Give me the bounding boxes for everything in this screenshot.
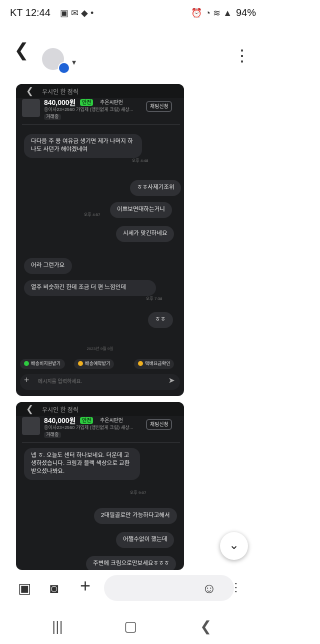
- voice-icon[interactable]: ⫶: [234, 580, 238, 597]
- product-status-tag: 거래중: [44, 114, 61, 120]
- home-icon[interactable]: ▢: [124, 618, 137, 635]
- message-bubble: ㅎㅎ사제기조위: [130, 180, 182, 196]
- quick-label: 택배요금확인: [145, 361, 171, 366]
- chat-request-button: 채팅신청: [146, 419, 173, 430]
- screenshot-title: 우시인 한 점씩: [42, 408, 79, 414]
- message-bubble: 시세가 맞긴하네요: [116, 226, 175, 242]
- product-status-tag: 거래중: [44, 432, 61, 438]
- message-bubble: 이쁘보면대하는거니: [110, 202, 172, 218]
- message-bubble: 넵 ㅎ. 오늘도 센터 하나보네요. 더운데 고생하셨습니다. 크림과 블랙 색…: [24, 448, 140, 480]
- camera-icon[interactable]: ◙: [50, 580, 58, 596]
- quick-button: 택배요금확인: [134, 359, 175, 369]
- back-icon[interactable]: ❮: [200, 618, 212, 635]
- quick-actions: 배송비지원받기 배송예약받기 택배요금확인: [16, 356, 184, 370]
- product-thumbnail: [22, 417, 40, 435]
- product-thumbnail: [22, 99, 40, 117]
- quick-icon: [138, 361, 143, 367]
- kebab-icon[interactable]: ⋮: [234, 46, 250, 66]
- product-card: 840,000원 안전 추온씨판번 중이사23+2560 가입제 (맹인없게 크…: [22, 98, 180, 125]
- quick-icon: [24, 361, 29, 367]
- quick-button: 배송비지원받기: [20, 359, 65, 369]
- shared-screenshot-2[interactable]: ❮ 우시인 한 점씩 840,000원 안전 추온씨판번 중이사23+2560 …: [16, 402, 184, 570]
- back-arrow-icon[interactable]: ❮: [14, 41, 29, 59]
- chat-request-button: 채팅신청: [146, 101, 173, 112]
- seller-badge: 추온씨판번: [100, 100, 124, 106]
- message-bubble: 다다음 주 용 여유금 생기면 제가 나머지 하나도 사던가 해야겠네여: [24, 134, 142, 158]
- message-time: 오후 9:07: [130, 490, 147, 495]
- system-nav-bar: ||| ▢ ❮: [0, 612, 264, 644]
- product-description: 중이사23+2560 가입제 (맹인없게 크림) 새상...: [44, 425, 134, 430]
- status-notification-icons: ▣ ✉ ◆ •: [60, 8, 94, 18]
- seller-badge: 추온씨판번: [100, 418, 124, 424]
- shared-screenshot-1[interactable]: ❮ 우시인 한 점씩 840,000원 안전 추온씨판번 중이사23+2560 …: [16, 84, 184, 396]
- battery-level: 94%: [235, 8, 256, 19]
- message-time: 오후 4:48: [132, 158, 149, 163]
- quick-icon: [78, 361, 83, 367]
- chat-header: ❮ ▾ ⋮: [0, 30, 264, 74]
- quick-label: 배송예약받기: [85, 361, 111, 366]
- message-bubble: 2대필골로만 가능하다고해서: [94, 508, 177, 524]
- online-badge: [58, 62, 70, 74]
- message-time: 오후 4:57: [84, 212, 101, 217]
- message-bubble: ㅎㅎ: [148, 312, 173, 328]
- quick-label: 배송비지원받기: [31, 361, 61, 366]
- date-separator: 2023년 9월 9일: [86, 346, 114, 351]
- plus-icon: +: [24, 375, 30, 385]
- product-card: 840,000원 안전 추온씨판번 중이사23+2560 가입제 (맹인없게 크…: [22, 416, 180, 443]
- plus-icon[interactable]: +: [80, 576, 91, 597]
- message-bubble: 주변에 크림으로만보세요ㅎㅎㅎ: [86, 556, 177, 570]
- gallery-icon[interactable]: ▣: [18, 580, 31, 597]
- emoji-icon[interactable]: ☺: [202, 580, 216, 596]
- scroll-down-button[interactable]: ⌄: [220, 532, 248, 560]
- message-bubble: 열주 비슷하긴 한데 조금 더 편 느낌인데: [24, 280, 156, 296]
- back-arrow-icon: ❮: [26, 404, 34, 414]
- screenshot-topbar: ❮ 우시인 한 점씩: [16, 84, 184, 98]
- quick-button: 배송예약받기: [74, 359, 115, 369]
- chevron-down-icon[interactable]: ▾: [72, 58, 76, 67]
- safe-badge: 안전: [80, 417, 94, 424]
- message-bubble: 어쩔수없이 했는데: [116, 532, 175, 548]
- safe-badge: 안전: [80, 99, 94, 106]
- recent-apps-icon[interactable]: |||: [52, 618, 63, 634]
- screenshot-input: + 메시지를 입력하세요. ➤: [20, 374, 180, 390]
- status-time: KT 12:44: [10, 8, 51, 19]
- composer-bar: ▣ ◙ + ☺ ⫶: [0, 570, 264, 606]
- input-placeholder: 메시지를 입력하세요.: [38, 379, 83, 385]
- send-icon: ➤: [168, 376, 175, 385]
- screenshot-topbar: ❮ 우시인 한 점씩: [16, 402, 184, 416]
- screenshot-title: 우시인 한 점씩: [42, 90, 79, 96]
- status-bar: KT 12:44 ▣ ✉ ◆ • ⏰ ◔ ≋ ▲ 94%: [0, 0, 264, 26]
- back-arrow-icon: ❮: [26, 86, 34, 96]
- message-bubble: 어라 그런가요: [24, 258, 72, 274]
- chevron-down-icon: ⌄: [228, 538, 240, 552]
- status-signal-icons: ⏰ ◔ ≋ ▲: [191, 8, 232, 18]
- product-description: 중이사23+2560 가입제 (맹인없게 크림) 새상...: [44, 107, 134, 112]
- message-time: 오후 7:38: [146, 296, 163, 301]
